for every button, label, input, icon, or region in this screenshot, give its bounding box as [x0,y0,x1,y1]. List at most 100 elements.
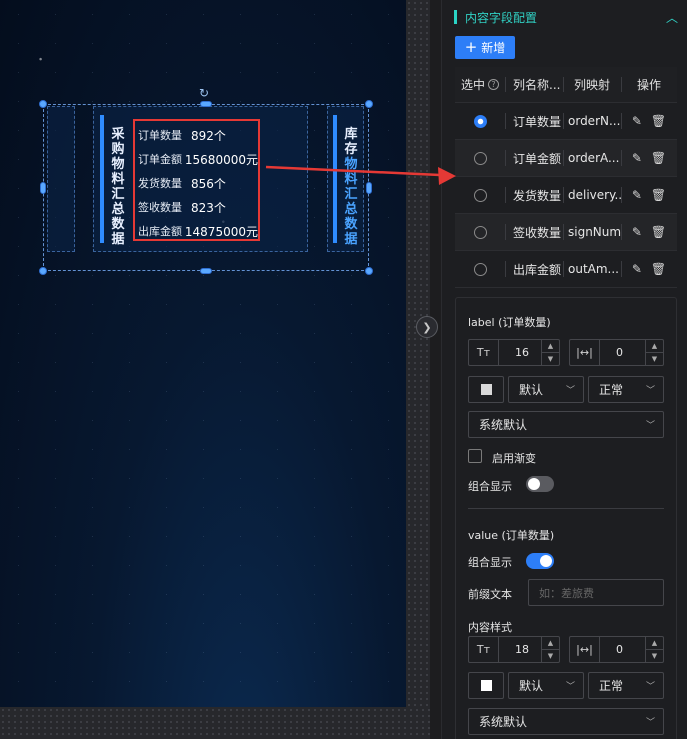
table-row[interactable]: 发货数量 delivery... ✎ 🗑 [455,177,677,214]
row-label: 订单数量 [138,129,182,142]
label-group-title: label (订单数量) [468,316,551,329]
select-cell [455,214,505,250]
value-font-size-stepper[interactable]: Tт 18 ▲ ▼ [468,636,560,663]
row-value: 14875000元 [184,224,258,239]
chevron-up-icon[interactable]: ︿ [666,9,678,26]
label-combine-label: 组合显示 [468,480,512,493]
select-radio[interactable] [473,114,487,128]
select-cell [455,251,505,287]
chevron-down-icon: ﹀ [645,421,655,431]
select-cell [455,177,505,213]
font-size-value[interactable]: 16 [499,346,541,359]
label-color-picker[interactable] [468,376,504,403]
app-root: ↻ 采购物料汇总数据 库存物料汇总数据 订单数量 892个 订单金额 1568000… [0,0,687,739]
letter-spacing-value[interactable]: 0 [600,643,645,656]
style-value: 正常 [599,679,624,693]
stepper-arrows[interactable]: ▲ ▼ [645,340,663,365]
header-mapping: 列映射 [563,67,621,102]
canvas-ruler-bottom [0,707,430,739]
name-cell: 签收数量 [505,214,563,250]
edit-icon[interactable]: ✎ [632,225,642,239]
label-combine-toggle[interactable] [526,476,554,492]
chevron-down-icon: ﹀ [565,386,575,396]
chevron-down-icon: ﹀ [645,718,655,728]
section-accent [454,10,457,24]
weight-value: 默认 [519,383,544,397]
select-radio[interactable] [473,225,487,239]
row-value: 892个 [191,128,226,143]
data-row: 出库金额 14875000元 [138,219,258,243]
header-name: 列名称... [505,67,563,102]
resize-handle-bottom-right[interactable] [365,267,373,275]
edit-icon[interactable]: ✎ [632,151,642,165]
name-cell: 订单金额 [505,140,563,176]
letter-spacing-value[interactable]: 0 [600,346,645,359]
edit-icon[interactable]: ✎ [632,262,642,276]
value-combine-toggle[interactable] [526,553,554,569]
resize-handle-bottom-left[interactable] [39,267,47,275]
select-radio[interactable] [473,262,487,276]
weight-value: 默认 [519,679,544,693]
gradient-checkbox[interactable] [468,449,482,463]
resize-handle-top-left[interactable] [39,100,47,108]
help-icon[interactable]: ? [488,79,499,90]
delete-icon[interactable]: 🗑 [651,262,666,276]
table-row[interactable]: 订单金额 orderA... ✎ 🗑 [455,140,677,177]
delete-icon[interactable]: 🗑 [651,114,666,128]
label-font-size-stepper[interactable]: Tт 16 ▲ ▼ [468,339,560,366]
stepper-arrows[interactable]: ▲ ▼ [541,637,559,662]
stepper-arrows[interactable]: ▲ ▼ [541,340,559,365]
actions-cell: ✎ 🗑 [621,103,677,139]
header-name-label: 列名称... [513,78,561,92]
resize-handle-top-right[interactable] [365,100,373,108]
value-letter-spacing-stepper[interactable]: |↔| 0 ▲ ▼ [569,636,664,663]
letter-spacing-icon: |↔| [570,340,600,365]
data-row: 订单金额 15680000元 [138,147,258,171]
row-value: 823个 [191,200,226,215]
resize-handle-left[interactable] [40,182,46,194]
style-value: 正常 [599,383,624,397]
stepper-arrows[interactable]: ▲ ▼ [645,637,663,662]
edit-icon[interactable]: ✎ [632,114,642,128]
add-field-button[interactable]: + 新增 [455,36,515,59]
data-row: 发货数量 856个 [138,171,258,195]
value-color-picker[interactable] [468,672,504,699]
resize-handle-bottom[interactable] [200,268,212,274]
gradient-label: 启用渐变 [492,452,536,465]
actions-cell: ✎ 🗑 [621,214,677,250]
label-letter-spacing-stepper[interactable]: |↔| 0 ▲ ▼ [569,339,664,366]
select-cell [455,103,505,139]
select-radio[interactable] [473,151,487,165]
label-style-select[interactable]: 正常 ﹀ [588,376,664,403]
color-swatch [480,384,492,395]
canvas-ruler-right [406,0,430,739]
label-font-family-select[interactable]: 系统默认 ﹀ [468,411,664,438]
font-size-value[interactable]: 18 [499,643,541,656]
actions-cell: ✎ 🗑 [621,251,677,287]
delete-icon[interactable]: 🗑 [651,151,666,165]
delete-icon[interactable]: 🗑 [651,225,666,239]
table-row[interactable]: 签收数量 signNum ✎ 🗑 [455,214,677,251]
value-weight-select[interactable]: 默认 ﹀ [508,672,584,699]
table-row[interactable]: 订单数量 orderN... ✎ 🗑 [455,103,677,140]
row-label: 出库金额 [138,225,182,238]
chevron-down-icon: ﹀ [565,682,575,692]
delete-icon[interactable]: 🗑 [651,188,666,202]
select-radio[interactable] [473,188,487,202]
config-panel: 内容字段配置 ︿ + 新增 选中? 列名称... 列映射 操作 订单数量 ord… [441,0,687,739]
section-header[interactable]: 内容字段配置 ︿ [454,8,678,26]
actions-cell: ✎ 🗑 [621,177,677,213]
rotate-handle-icon[interactable]: ↻ [199,86,209,100]
prefix-input[interactable]: 如：差旅费 [528,579,664,606]
header-actions-label: 操作 [636,78,661,92]
label-weight-select[interactable]: 默认 ﹀ [508,376,584,403]
field-style-group: label (订单数量) Tт 16 ▲ ▼ |↔| 0 ▲ ▼ 默认 ﹀ 正常 ﹀ 系… [455,297,677,739]
table-row[interactable]: 出库金额 outAm... ✎ 🗑 [455,251,677,288]
edit-icon[interactable]: ✎ [632,188,642,202]
value-font-family-select[interactable]: 系统默认 ﹀ [468,708,664,735]
resize-handle-top[interactable] [200,101,212,107]
mapping-cell: delivery... [563,177,621,213]
value-style-select[interactable]: 正常 ﹀ [588,672,664,699]
section-title: 内容字段配置 [465,10,538,25]
collapse-panel-button[interactable]: ❯ [416,316,438,338]
